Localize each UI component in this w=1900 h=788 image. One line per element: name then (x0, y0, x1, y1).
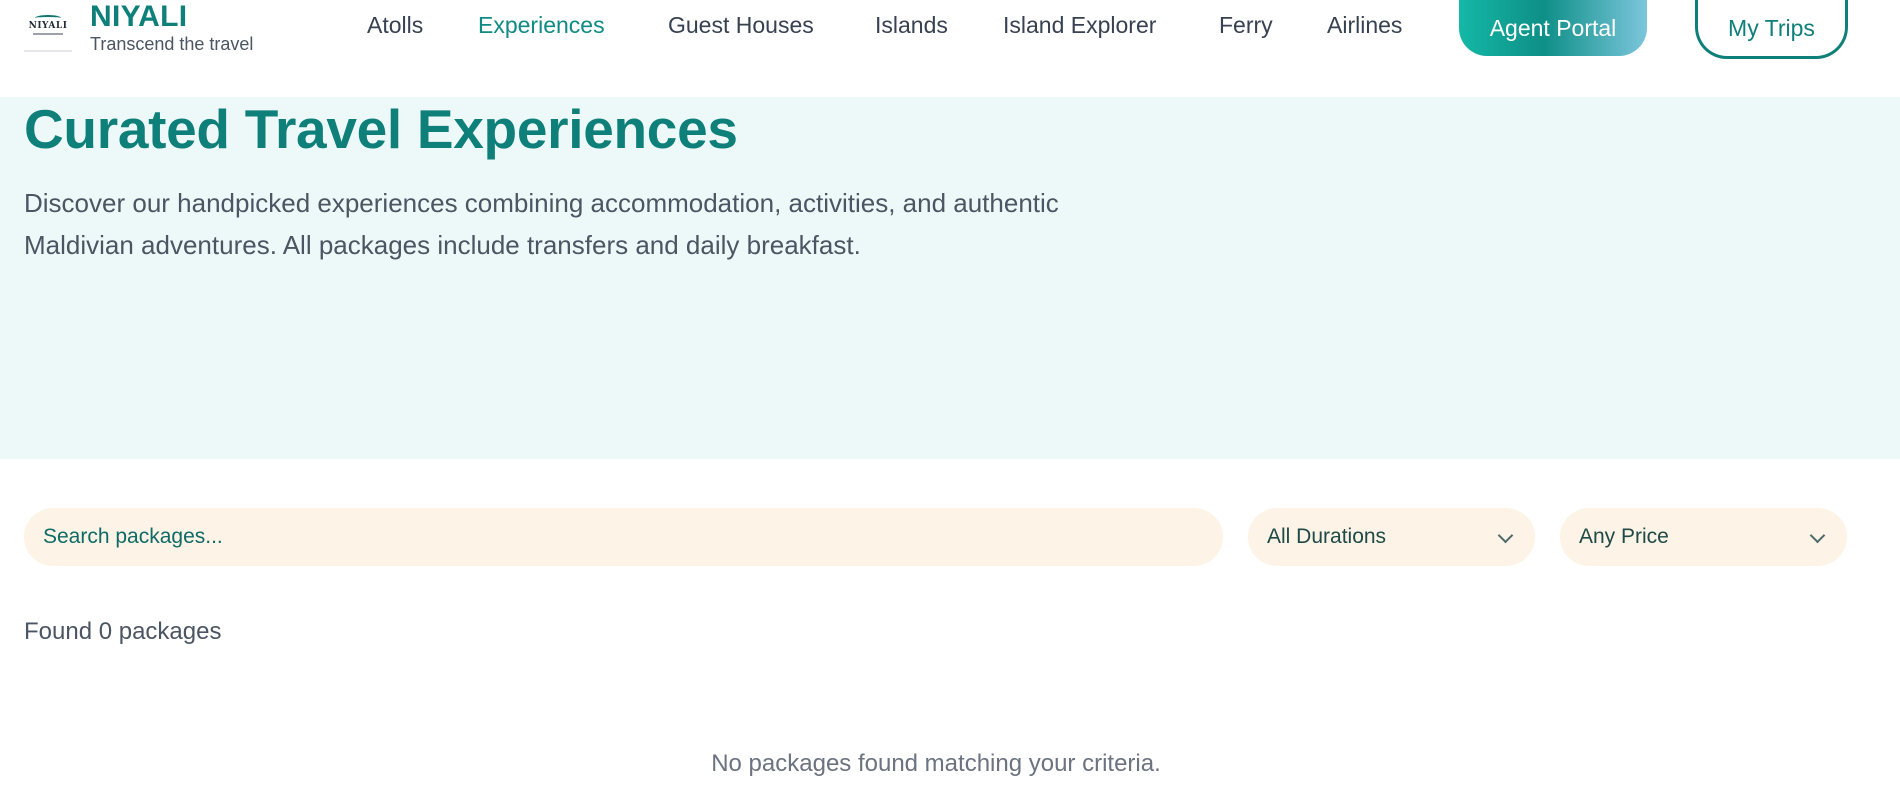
nav-item-guest-houses[interactable]: Guest Houses (668, 12, 814, 39)
brand-logo[interactable]: NIYALI (24, 0, 72, 52)
nav-item-airlines[interactable]: Airlines (1327, 12, 1402, 39)
chevron-down-icon (1497, 527, 1514, 544)
logo-mark: NIYALI (29, 15, 68, 35)
nav-item-ferry[interactable]: Ferry (1219, 12, 1273, 39)
duration-select[interactable]: All Durations (1248, 508, 1535, 566)
agent-portal-button[interactable]: Agent Portal (1459, 0, 1647, 56)
hero-description: Discover our handpicked experiences comb… (24, 188, 1059, 260)
nav-item-islands[interactable]: Islands (875, 12, 948, 39)
nav-item-island-explorer[interactable]: Island Explorer (1003, 12, 1156, 39)
nav-item-atolls[interactable]: Atolls (367, 12, 423, 39)
site-header: NIYALI NIYALI Transcend the travel Atoll… (0, 0, 1900, 97)
price-select[interactable]: Any Price (1560, 508, 1847, 566)
logo-text: NIYALI (28, 21, 68, 31)
empty-state-message: No packages found matching your criteria… (711, 750, 1161, 777)
nav-item-experiences[interactable]: Experiences (478, 12, 605, 39)
results-count: Found 0 packages (24, 618, 222, 645)
search-placeholder: Search packages... (43, 525, 223, 548)
brand-name[interactable]: NIYALI (90, 0, 187, 34)
page-title: Curated Travel Experiences (24, 98, 738, 160)
brand-tagline: Transcend the travel (90, 34, 254, 54)
chevron-down-icon (1809, 527, 1826, 544)
duration-selected-value: All Durations (1267, 525, 1387, 548)
search-input[interactable]: Search packages... (24, 508, 1223, 566)
my-trips-button[interactable]: My Trips (1695, 0, 1848, 59)
price-selected-value: Any Price (1579, 525, 1669, 548)
